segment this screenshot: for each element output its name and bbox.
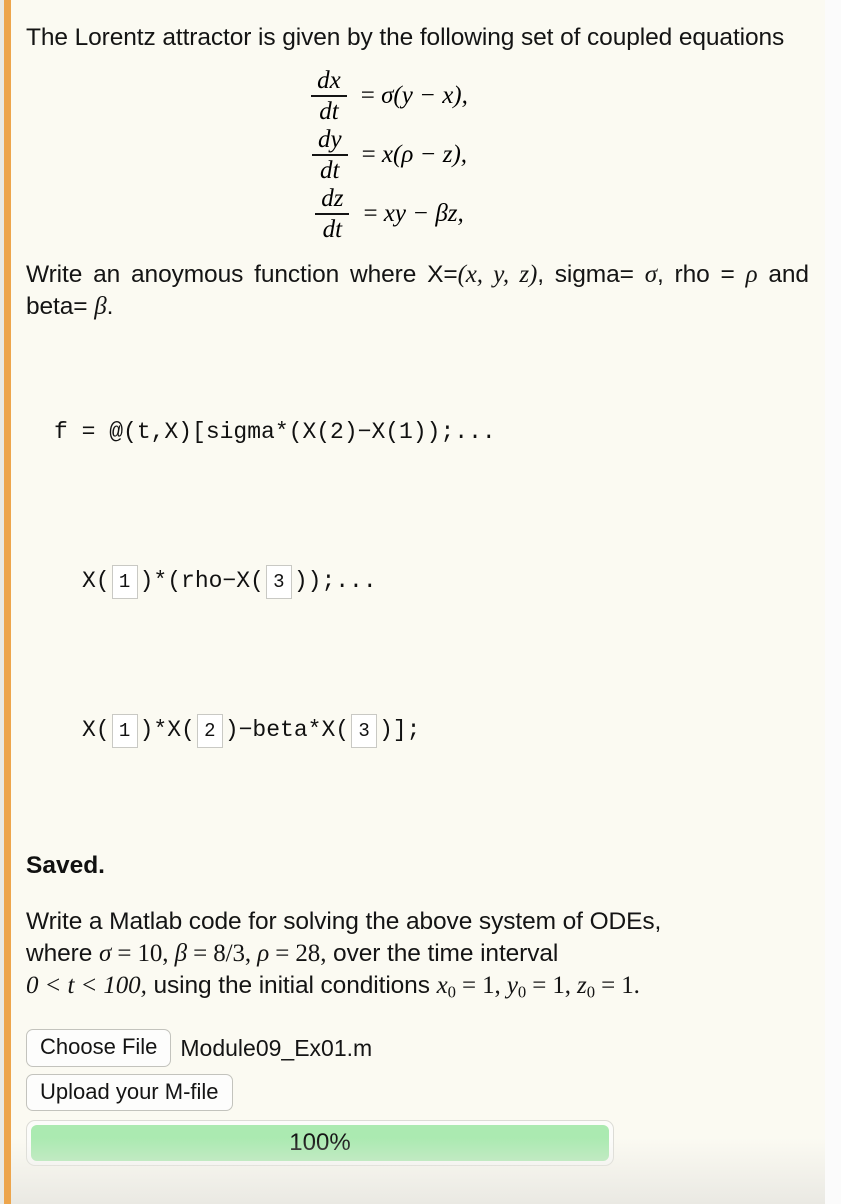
answer-input-1[interactable] (111, 564, 138, 599)
answer-input-5[interactable] (351, 713, 378, 748)
equation-dz-dt: dz dt = xy − βz, (315, 184, 464, 243)
beta-symbol: β (174, 939, 187, 967)
upload-m-file-button[interactable]: Upload your M-file (26, 1073, 233, 1111)
code-text: f = @(t,X)[sigma*(X(2)−X(1));... (54, 419, 496, 446)
equation-right-hand-side: = σ(y − x), (361, 82, 468, 110)
instruction-part5: . (106, 293, 114, 321)
fraction-denominator: dt (320, 156, 340, 184)
code-line-3: X( )*X( )−beta*X( )]; (26, 712, 809, 749)
fraction-numerator: dz (321, 184, 344, 212)
fraction-dy-dt: dy dt (311, 125, 348, 184)
code-line-2: X( )*(rho−X( ));... (26, 563, 809, 600)
z0-symbol: z (577, 972, 587, 1000)
beta-symbol: β (94, 293, 107, 321)
choose-file-button[interactable]: Choose File (26, 1029, 172, 1067)
z0-value: = 1. (594, 972, 640, 1000)
answer-input-3[interactable] (111, 713, 138, 748)
answer-input-2[interactable] (265, 564, 292, 599)
upload-progress-fill: 100% (31, 1124, 609, 1161)
rho-symbol: ρ (745, 260, 758, 288)
equation-dy-dt: dy dt = x(ρ − z), (311, 125, 467, 184)
instruction-part3: , rho = (656, 260, 735, 288)
code-text: )*X( (139, 717, 195, 744)
fraction-dz-dt: dz dt (315, 184, 350, 243)
orange-accent-bar (4, 0, 11, 1204)
z0-subscript: 0 (586, 982, 595, 1002)
code-text: ));... (293, 568, 377, 595)
y0-subscript: 0 (517, 982, 527, 1002)
equation-dx-dt: dx dt = σ(y − x), (311, 66, 468, 125)
equation-block: dx dt = σ(y − x), dy dt = x(ρ − z), dz d… (26, 66, 809, 245)
rhs-expression: xy − βz, (383, 200, 464, 228)
instruction-part2: , sigma= (537, 260, 634, 288)
instruction-part1: Write an anoymous function where X= (26, 260, 458, 288)
beta-value: = 8/3, (186, 939, 258, 967)
upload-progress-bar: 100% (26, 1119, 614, 1166)
code-text: )]; (379, 717, 421, 744)
upload-button-row: Upload your M-file (26, 1073, 809, 1111)
fraction-denominator: dt (322, 215, 343, 243)
equals-sign: = (363, 200, 378, 228)
sigma-symbol: σ (644, 260, 657, 288)
code-text: X( (82, 568, 110, 595)
anonymous-function-code-block: f = @(t,X)[sigma*(X(2)−X(1));... X( )*(r… (26, 340, 809, 824)
file-chooser-row: Choose File Module09_Ex01.m (26, 1029, 809, 1067)
equation-right-hand-side: = x(ρ − z), (362, 141, 467, 169)
fraction-numerator: dy (317, 125, 342, 153)
equation-right-hand-side: = xy − βz, (363, 200, 463, 228)
answer-input-4[interactable] (196, 713, 223, 748)
task-line-2: where σ = 10, β = 8/3, ρ = 28, over the … (26, 938, 809, 971)
x0-subscript: 0 (447, 982, 456, 1002)
task-line3-mid: using the initial conditions (146, 972, 437, 1000)
code-text: )−beta*X( (224, 717, 350, 744)
x0-symbol: x (436, 972, 448, 1000)
task-line-3: 0 < t < 100, using the initial condition… (26, 970, 809, 1003)
rhs-expression: σ(y − x), (381, 82, 468, 110)
sigma-symbol: σ (98, 939, 112, 967)
instruction-paragraph: Write an anoymous function where X=(x, y… (26, 259, 809, 324)
exercise-page: The Lorentz attractor is given by the fo… (0, 0, 841, 1204)
code-text: )*(rho−X( (139, 568, 264, 595)
equals-sign: = (361, 141, 376, 169)
upload-section: Choose File Module09_Ex01.m Upload your … (26, 1029, 809, 1166)
rho-symbol: ρ (257, 939, 270, 967)
intro-paragraph: The Lorentz attractor is given by the fo… (26, 24, 785, 51)
saved-status-label: Saved. (26, 852, 105, 880)
instruction-tuple: (x, y, z) (457, 260, 538, 288)
y0-value: = 1, (526, 972, 578, 1000)
sigma-value: = 10, (111, 939, 175, 967)
y0-symbol: y (506, 972, 518, 1000)
fraction-numerator: dx (317, 66, 341, 94)
x0-value: = 1, (455, 972, 507, 1000)
right-margin-strip (825, 0, 841, 1204)
rho-value: = 28, (269, 939, 327, 967)
task-line-1: Write a Matlab code for solving the abov… (26, 908, 662, 936)
rhs-expression: x(ρ − z), (381, 141, 468, 169)
task-line2-prefix: where (26, 939, 99, 967)
task-line2-suffix: over the time interval (326, 939, 559, 967)
time-interval: 0 < t < 100, (26, 972, 147, 1000)
content-column: The Lorentz attractor is given by the fo… (11, 0, 825, 1204)
fraction-denominator: dt (319, 97, 339, 125)
code-line-1: f = @(t,X)[sigma*(X(2)−X(1));... (26, 414, 809, 451)
equals-sign: = (360, 82, 375, 110)
code-text: X( (82, 717, 110, 744)
selected-file-name: Module09_Ex01.m (180, 1034, 373, 1061)
task-paragraph: Write a Matlab code for solving the abov… (26, 906, 809, 1003)
fraction-dx-dt: dx dt (311, 66, 347, 125)
